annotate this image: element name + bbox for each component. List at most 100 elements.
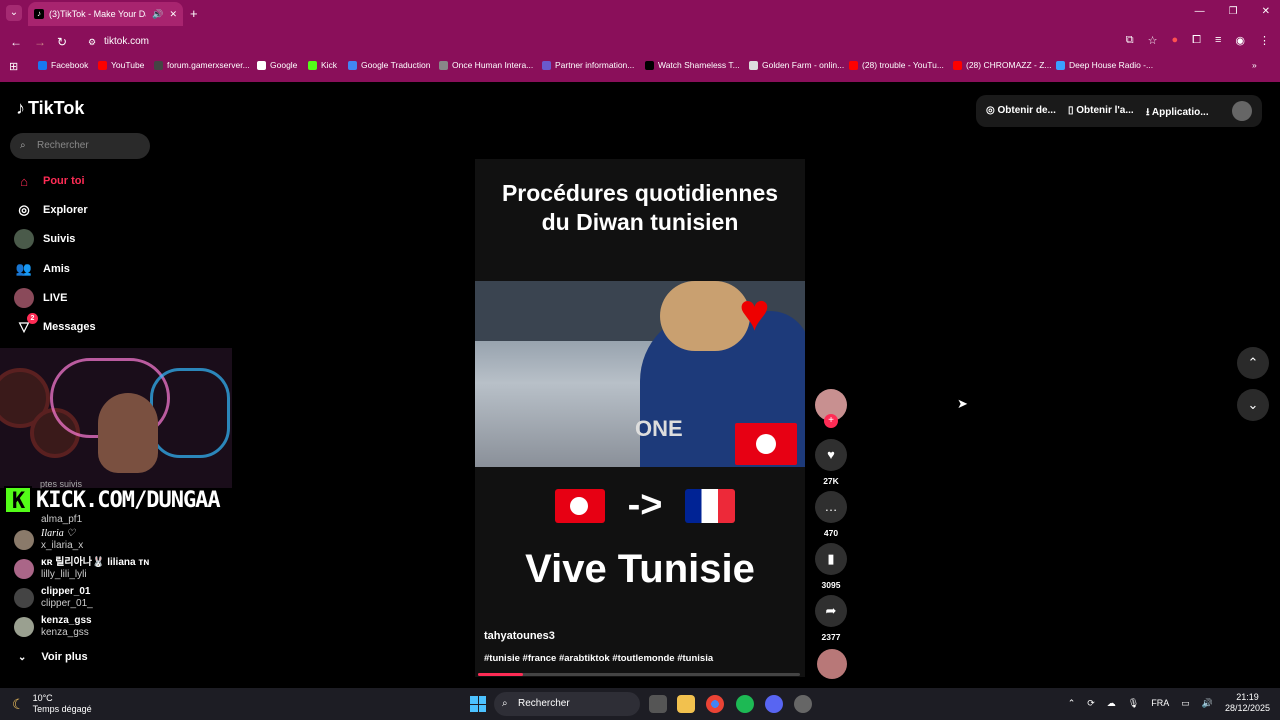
- weather-widget[interactable]: ☾ 10°C Temps dégagé: [12, 693, 92, 715]
- extensions-puzzle-icon[interactable]: ⧠: [1192, 34, 1201, 47]
- sidebar-item-suivis[interactable]: Suivis: [14, 229, 75, 249]
- bookmark-item[interactable]: Partner information...: [542, 60, 634, 70]
- file-explorer-icon[interactable]: [677, 695, 695, 713]
- video-author[interactable]: tahyatounes3: [484, 630, 555, 642]
- chevron-up-icon[interactable]: ⌃: [1068, 698, 1076, 709]
- see-more-button[interactable]: ⌄ Voir plus: [18, 651, 88, 663]
- followed-account[interactable]: clipper_01 clipper_01_: [14, 586, 93, 610]
- get-coins-button[interactable]: ◎ Obtenir de...: [986, 105, 1056, 116]
- close-window-button[interactable]: ✕: [1262, 6, 1270, 17]
- extension-icon[interactable]: ●: [1172, 34, 1179, 47]
- profile-icon[interactable]: ◉: [1235, 34, 1245, 47]
- bookmarks-bar: ⊞ Facebook YouTube forum.gamerxserver... Go…: [0, 56, 1280, 78]
- cloud-icon[interactable]: ☁: [1107, 698, 1116, 709]
- bookmark-item[interactable]: Deep House Radio -...: [1056, 60, 1153, 70]
- tiktok-logo[interactable]: ♪ TikTok: [16, 98, 84, 119]
- followed-account[interactable]: kenza_gss kenza_gss: [14, 615, 92, 639]
- tab-active[interactable]: ♪ (3)TikTok - Make Your Day 🔊 ✕: [28, 2, 183, 26]
- sidebar-item-amis[interactable]: 👥 Amis: [14, 259, 70, 279]
- bookmark-item[interactable]: Once Human Intera...: [439, 60, 533, 70]
- bookmark-star-icon[interactable]: ☆: [1148, 34, 1158, 47]
- back-button[interactable]: ←: [10, 35, 22, 49]
- site-info-icon[interactable]: ⚙: [88, 30, 96, 54]
- video-caption: Vive Tunisie: [525, 547, 755, 591]
- bookmark-item[interactable]: (28) trouble - YouTu...: [849, 60, 944, 70]
- speaker-icon[interactable]: 🔊: [152, 9, 163, 20]
- comment-action[interactable]: … 470: [815, 491, 847, 538]
- download-app-button[interactable]: ⭳ Applicatio...: [1146, 105, 1209, 122]
- video-progress-bar[interactable]: [478, 673, 800, 676]
- tab-search-button[interactable]: ⌄: [6, 5, 22, 21]
- bookmark-favicon-icon: [849, 60, 858, 70]
- followed-account[interactable]: ᴋʀ 릴리아나🐰 liliana ᴛɴ lilly_lili_lyli: [14, 557, 149, 581]
- bookmark-item[interactable]: Facebook: [38, 60, 88, 70]
- address-bar[interactable]: ⚙ tiktok.com: [80, 30, 1140, 54]
- like-action[interactable]: ♥ 27K: [815, 439, 847, 486]
- start-button[interactable]: [470, 696, 486, 712]
- creator-avatar[interactable]: +: [815, 389, 847, 428]
- install-app-icon[interactable]: ⧉: [1126, 34, 1134, 47]
- next-video-button[interactable]: ⌄: [1237, 389, 1269, 421]
- bookmark-item[interactable]: forum.gamerxserver...: [154, 60, 250, 70]
- heart-icon[interactable]: ♥: [815, 439, 847, 471]
- task-view-icon[interactable]: [649, 695, 667, 713]
- comment-icon[interactable]: …: [815, 491, 847, 523]
- video-player[interactable]: Procédures quotidiennes du Diwan tunisie…: [475, 159, 805, 677]
- close-tab-icon[interactable]: ✕: [169, 9, 177, 20]
- follow-plus-icon[interactable]: +: [824, 414, 838, 428]
- menu-kebab-icon[interactable]: ⋮: [1259, 34, 1270, 47]
- followed-account[interactable]: Ilaria ♡ x_ilaria_x: [14, 528, 83, 552]
- volume-icon[interactable]: 🔊: [1202, 698, 1213, 709]
- share-icon[interactable]: ➦: [815, 595, 847, 627]
- bookmark-item[interactable]: Google: [257, 60, 297, 70]
- bookmark-icon[interactable]: ▮: [815, 543, 847, 575]
- account-username: kenza_gss: [41, 627, 89, 638]
- restore-button[interactable]: ❐: [1229, 6, 1238, 17]
- forward-button[interactable]: →: [34, 35, 46, 49]
- account-name: kenza_gss: [41, 615, 92, 626]
- sidebar-item-live[interactable]: LIVE: [14, 288, 67, 308]
- arrow-text: ->: [627, 484, 663, 526]
- bookmarks-overflow-icon[interactable]: »: [1252, 60, 1257, 70]
- bookmark-favicon-icon: [953, 60, 962, 70]
- bookmark-item[interactable]: Watch Shameless T...: [645, 60, 740, 70]
- microphone-icon[interactable]: 🎙: [1128, 698, 1139, 709]
- bookmark-item[interactable]: (28) CHROMAZZ - Z...: [953, 60, 1051, 70]
- music-disc-avatar[interactable]: [817, 649, 847, 679]
- system-tray: ⌃ ⟳ ☁ 🎙 FRA ▭ 🔊 21:19 28/12/2025: [1068, 692, 1270, 714]
- bookmark-label: Kick: [321, 60, 338, 70]
- clock[interactable]: 21:19 28/12/2025: [1225, 692, 1270, 714]
- followed-account[interactable]: alma_pf1: [14, 510, 82, 530]
- language-indicator[interactable]: FRA: [1151, 698, 1169, 708]
- spotify-icon[interactable]: [736, 695, 754, 713]
- video-hashtags[interactable]: #tunisie #france #arabtiktok #toutlemond…: [484, 653, 713, 664]
- new-tab-button[interactable]: +: [190, 6, 198, 21]
- share-action[interactable]: ➦ 2377: [815, 595, 847, 642]
- profile-avatar[interactable]: [1232, 101, 1252, 121]
- minimize-button[interactable]: —: [1195, 6, 1205, 17]
- search-input[interactable]: ⌕ Rechercher: [10, 133, 150, 159]
- sync-icon[interactable]: ⟳: [1087, 698, 1095, 709]
- media-control-icon[interactable]: ≡: [1215, 34, 1221, 47]
- search-placeholder: Rechercher: [37, 140, 89, 151]
- kick-url: KICK.COM/DUNGAA: [36, 487, 221, 513]
- sidebar-item-pour-toi[interactable]: ⌂ Pour toi: [14, 171, 85, 191]
- bookmark-item[interactable]: Kick: [308, 60, 337, 70]
- comment-count: 470: [823, 528, 839, 538]
- chrome-icon[interactable]: [706, 695, 724, 713]
- sidebar-item-messages[interactable]: ▽ 2 Messages: [14, 313, 96, 337]
- network-icon[interactable]: ▭: [1181, 698, 1190, 709]
- bookmark-item[interactable]: YouTube: [98, 60, 144, 70]
- save-action[interactable]: ▮ 3095: [815, 543, 847, 590]
- taskbar-search[interactable]: ⌕ Rechercher: [494, 692, 640, 716]
- sidebar-item-explorer[interactable]: ◎ Explorer: [14, 200, 87, 220]
- reload-button[interactable]: ↻: [57, 35, 67, 49]
- bookmark-item[interactable]: Google Traduction: [348, 60, 430, 70]
- apps-grid-icon[interactable]: ⊞: [9, 60, 18, 73]
- previous-video-button[interactable]: ⌃: [1237, 347, 1269, 379]
- get-app-button[interactable]: ▯ Obtenir l'a...: [1068, 105, 1134, 116]
- discord-icon[interactable]: [765, 695, 783, 713]
- top-actions-bar: ◎ Obtenir de... ▯ Obtenir l'a... ⭳ Appli…: [976, 95, 1262, 127]
- app-icon[interactable]: [794, 695, 812, 713]
- bookmark-item[interactable]: Golden Farm - onlin...: [749, 60, 844, 70]
